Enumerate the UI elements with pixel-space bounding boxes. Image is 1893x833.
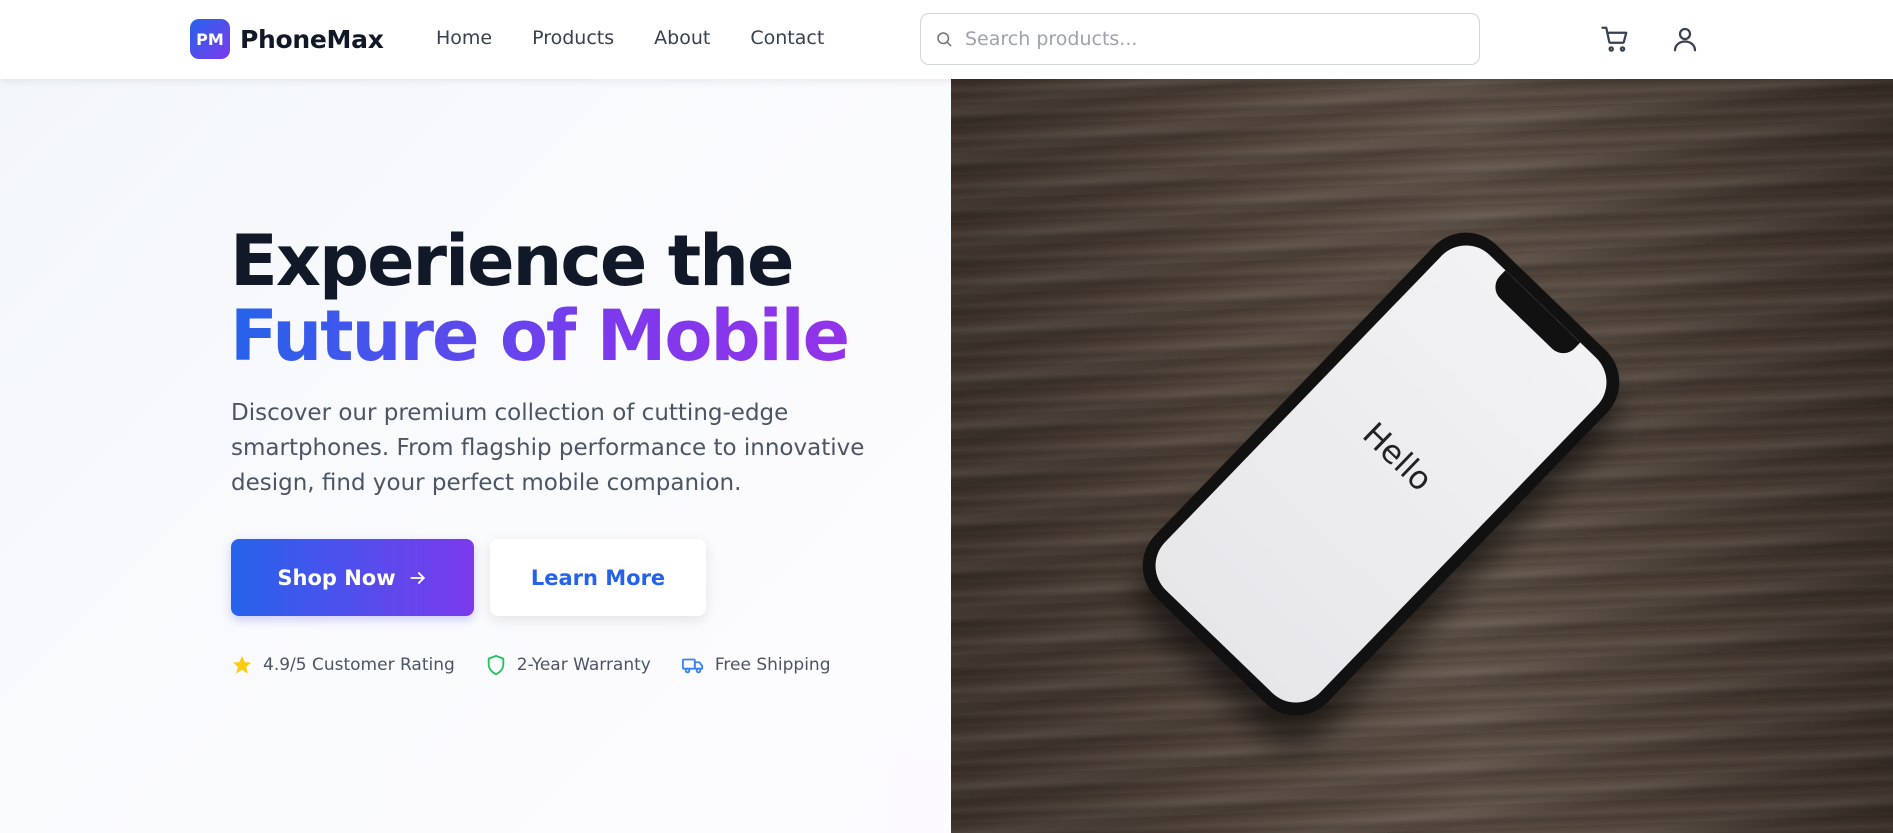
hero-image: Hello (951, 79, 1893, 833)
hero-title-line2: Future of Mobile (230, 295, 850, 377)
feature-warranty: 2-Year Warranty (485, 654, 651, 676)
hero-title-line1: Experience the (230, 220, 795, 302)
truck-icon (681, 658, 703, 674)
nav-products[interactable]: Products (532, 27, 614, 49)
learn-more-button[interactable]: Learn More (490, 539, 706, 616)
search-box (920, 13, 1480, 65)
hero-content: Experience the Future of Mobile Discover… (0, 79, 951, 833)
account-button[interactable] (1668, 22, 1702, 56)
shop-now-button[interactable]: Shop Now (231, 539, 474, 616)
nav-about[interactable]: About (654, 27, 710, 49)
shop-now-label: Shop Now (277, 565, 396, 590)
hero-description: Discover our premium collection of cutti… (231, 400, 865, 496)
search-icon (937, 32, 952, 47)
arrow-right-icon (410, 571, 425, 584)
feature-rating-label: 4.9/5 Customer Rating (263, 655, 455, 675)
feature-list: 4.9/5 Customer Rating 2-Year Warranty Fr… (231, 654, 831, 676)
star-icon (232, 655, 252, 674)
hero-title: Experience the Future of Mobile (230, 220, 850, 377)
logo[interactable]: PM PhoneMax (190, 19, 384, 59)
brand-name: PhoneMax (240, 24, 384, 54)
nav-home[interactable]: Home (436, 27, 492, 49)
user-icon (1673, 27, 1697, 52)
phone-screen-text: Hello (1355, 414, 1441, 499)
phone-screen: Hello (1141, 231, 1621, 717)
main-nav: Home Products About Contact (436, 27, 824, 49)
search-input[interactable] (965, 28, 1445, 50)
feature-rating: 4.9/5 Customer Rating (231, 654, 455, 676)
nav-contact[interactable]: Contact (750, 27, 824, 49)
site-header: PM PhoneMax Home Products About Contact (0, 0, 1893, 79)
phone-notch (1488, 270, 1581, 360)
feature-shipping: Free Shipping (681, 654, 831, 676)
feature-shipping-label: Free Shipping (714, 655, 831, 675)
logo-badge: PM (190, 19, 230, 59)
phone-body: Hello (1124, 214, 1638, 734)
cart-icon (1601, 26, 1628, 52)
shield-icon (487, 654, 505, 676)
cart-button[interactable] (1598, 22, 1632, 56)
feature-warranty-label: 2-Year Warranty (516, 655, 651, 675)
